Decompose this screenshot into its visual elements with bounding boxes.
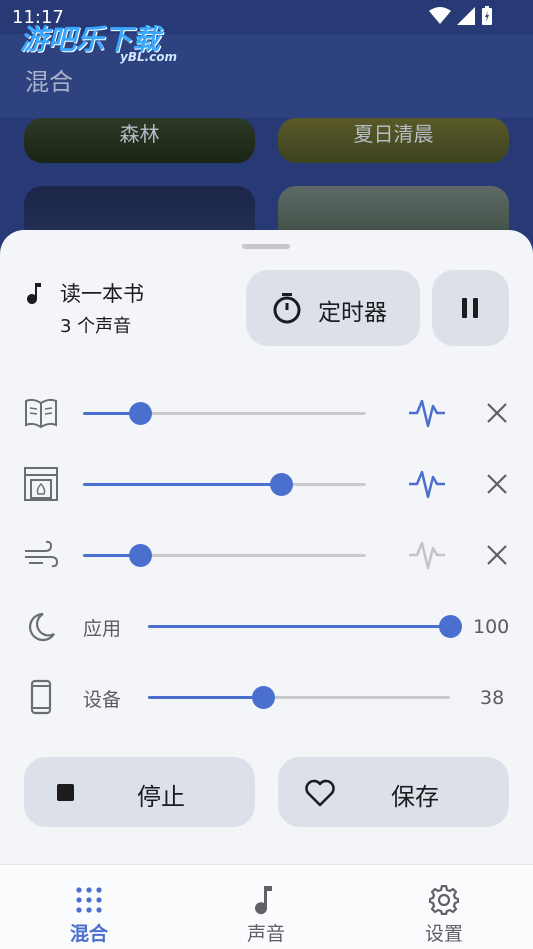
waveform-icon[interactable] — [408, 396, 446, 430]
slider-thumb[interactable] — [128, 544, 152, 567]
bottom-navigation: 混合 声音 设置 — [0, 864, 533, 949]
grid-dots-icon — [76, 887, 102, 913]
nav-item-sounds[interactable]: 声音 — [206, 865, 326, 949]
drag-handle[interactable] — [242, 244, 290, 249]
slider-fill — [83, 483, 282, 486]
phone-icon — [30, 679, 52, 715]
moon-icon — [28, 612, 55, 642]
close-icon[interactable] — [486, 544, 508, 566]
sound-volume-slider[interactable] — [83, 473, 366, 496]
waveform-icon[interactable] — [408, 538, 446, 572]
book-icon — [25, 398, 57, 429]
status-icons — [429, 6, 493, 26]
sound-card[interactable]: 森林 — [24, 118, 255, 163]
wind-icon — [25, 540, 59, 568]
stopwatch-icon — [273, 293, 301, 324]
nav-label: 混合 — [69, 923, 108, 945]
slider-thumb[interactable] — [270, 473, 294, 496]
app-volume-value: 100 — [473, 616, 510, 638]
slider-thumb[interactable] — [251, 686, 275, 709]
pause-icon — [462, 298, 478, 318]
sound-card-label: 森林 — [119, 122, 160, 146]
device-volume-label: 设备 — [83, 689, 122, 711]
sound-card-label: 夏日清晨 — [353, 122, 434, 146]
app-volume-slider[interactable] — [148, 615, 462, 638]
slider-thumb[interactable] — [128, 402, 152, 425]
nav-label: 设置 — [424, 923, 463, 945]
device-volume-value: 38 — [480, 687, 505, 709]
close-icon[interactable] — [486, 473, 508, 495]
heart-icon — [305, 779, 335, 807]
sound-card[interactable]: 夏日清晨 — [278, 118, 509, 163]
mix-sound-count: 3 个声音 — [60, 316, 132, 337]
waveform-icon[interactable] — [408, 467, 446, 501]
nav-item-settings[interactable]: 设置 — [384, 865, 504, 949]
stop-icon — [57, 784, 74, 801]
app-volume-label: 应用 — [83, 618, 122, 640]
save-label: 保存 — [391, 783, 439, 811]
slider-fill — [148, 696, 263, 699]
watermark-sub: yBL.com — [120, 50, 178, 64]
nav-label: 声音 — [246, 923, 285, 945]
slider-thumb[interactable] — [439, 615, 462, 638]
music-note-icon — [27, 283, 41, 304]
fireplace-icon — [24, 467, 58, 501]
nav-item-mix[interactable]: 混合 — [29, 865, 149, 949]
device-volume-slider[interactable] — [148, 686, 450, 709]
battery-icon — [482, 6, 492, 25]
wifi-icon — [429, 7, 451, 24]
close-icon[interactable] — [486, 402, 508, 424]
page-title: 混合 — [25, 68, 73, 96]
mix-name: 读一本书 — [60, 282, 144, 306]
timer-label: 定时器 — [318, 300, 387, 326]
music-note-icon — [255, 886, 272, 915]
gear-icon — [429, 885, 459, 915]
sound-volume-slider[interactable] — [83, 402, 366, 425]
slider-fill — [148, 625, 450, 628]
stop-label: 停止 — [137, 783, 185, 811]
sound-volume-slider[interactable] — [83, 544, 366, 567]
signal-icon — [457, 7, 475, 25]
